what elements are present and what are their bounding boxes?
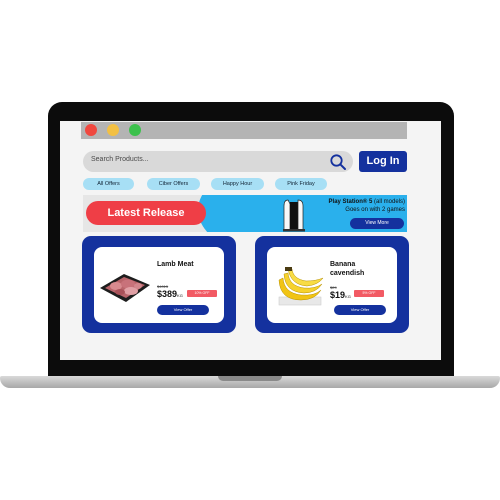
- view-offer-button[interactable]: View Offer: [157, 305, 209, 315]
- laptop-screen: Search Products... Log In All Offers Cib…: [60, 121, 441, 360]
- search-input[interactable]: Search Products...: [83, 151, 353, 172]
- search-icon[interactable]: [329, 153, 347, 171]
- product-card-banana: Banana cavendish $29 $19KG 5% OFF View O…: [255, 236, 409, 333]
- latest-release-button[interactable]: Latest Release: [86, 201, 206, 225]
- promo-title: Play Station® 5 (all models): [328, 199, 405, 205]
- playstation-console-image: [283, 199, 305, 232]
- product-price: $19KG: [330, 290, 351, 300]
- maximize-window-button[interactable]: [129, 124, 141, 136]
- filter-ciber-offers[interactable]: Ciber Offers: [147, 178, 200, 190]
- close-window-button[interactable]: [85, 124, 97, 136]
- product-card-body: Banana cavendish $29 $19KG 5% OFF View O…: [267, 247, 397, 323]
- view-more-button[interactable]: View More: [350, 218, 404, 229]
- discount-badge: 5% OFF: [354, 290, 384, 297]
- product-card-body: Lamb Meat $4015 $389KG 10% OFF View Offe…: [94, 247, 224, 323]
- product-name: Banana cavendish: [330, 261, 365, 277]
- laptop-notch: [218, 376, 282, 381]
- banana-image: [278, 267, 324, 306]
- minimize-window-button[interactable]: [107, 124, 119, 136]
- promo-subtitle: Goes on with 2 games: [345, 207, 405, 213]
- discount-badge: 10% OFF: [187, 290, 217, 297]
- product-price: $389KG: [157, 289, 183, 299]
- filter-all-offers[interactable]: All Offers: [83, 178, 134, 190]
- window-titlebar: [81, 122, 407, 139]
- login-button[interactable]: Log In: [359, 151, 407, 172]
- filter-happy-hour[interactable]: Happy Hour: [211, 178, 264, 190]
- lamb-meat-image: [100, 274, 150, 302]
- product-name: Lamb Meat: [157, 261, 194, 268]
- filter-pink-friday[interactable]: Pink Friday: [275, 178, 327, 190]
- view-offer-button[interactable]: View Offer: [334, 305, 386, 315]
- product-card-lamb: Lamb Meat $4015 $389KG 10% OFF View Offe…: [82, 236, 236, 333]
- search-placeholder: Search Products...: [91, 156, 149, 163]
- promo-banner: Latest Release Play Station® 5 (all mode…: [83, 195, 407, 232]
